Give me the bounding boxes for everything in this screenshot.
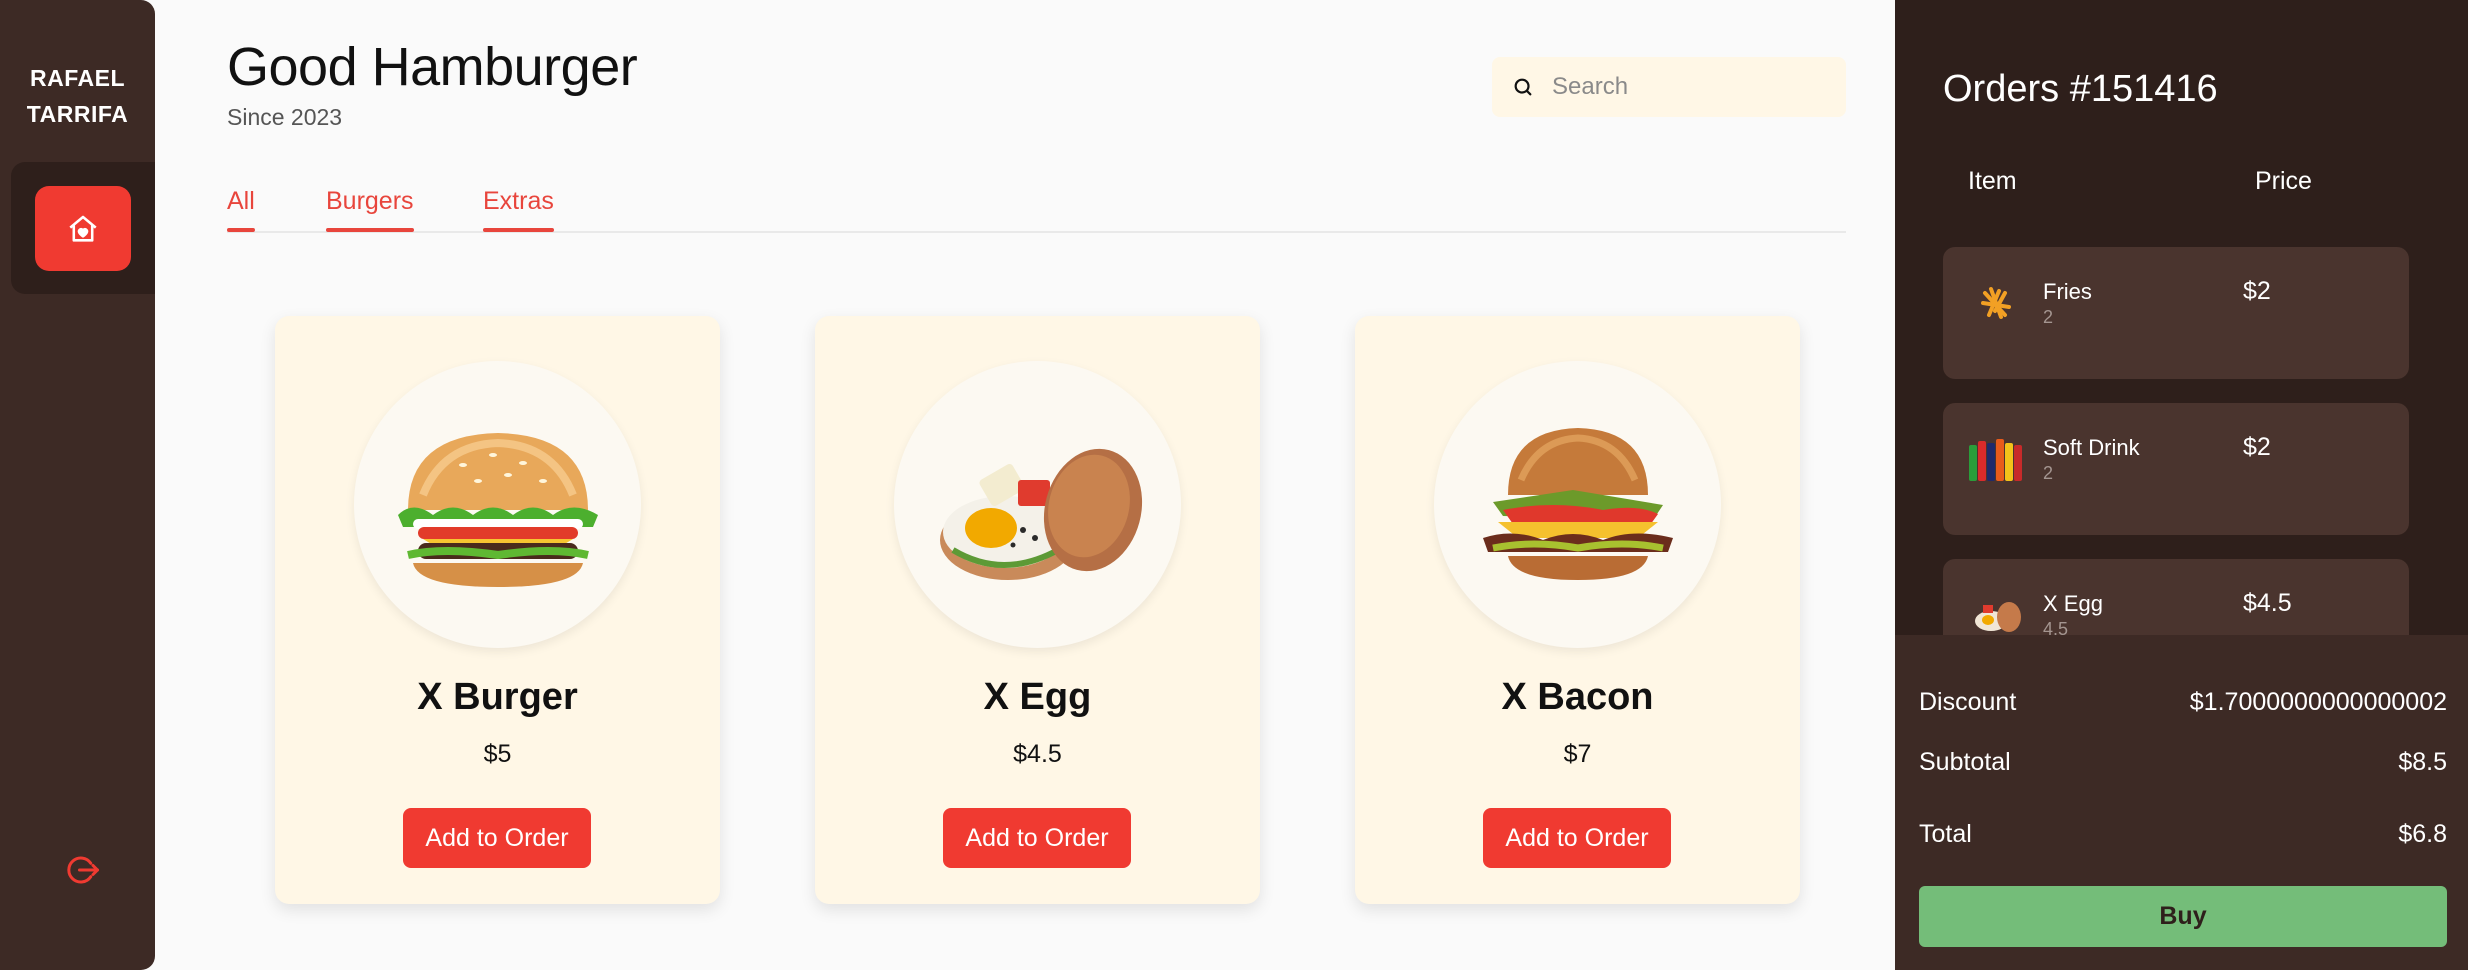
product-card: X Bacon $7 Add to Order [1355, 316, 1800, 904]
order-item-row: Soft Drink 2 $2 [1943, 403, 2409, 535]
category-tabs: All Burgers Extras [227, 183, 1846, 233]
product-name: X Egg [983, 676, 1092, 718]
logout-icon [67, 856, 99, 884]
egg-burger-image [939, 448, 1142, 580]
order-item-row: X Egg 4.5 $4.5 [1943, 559, 2409, 635]
column-header-item: Item [1968, 167, 2017, 195]
total-value: $6.8 [2398, 820, 2447, 848]
order-title: Orders #151416 [1943, 68, 2218, 110]
order-item-quantity: 2 [2043, 307, 2054, 327]
product-image-plate [894, 361, 1181, 648]
bacon-burger-image [1482, 427, 1673, 580]
page-subtitle: Since 2023 [227, 104, 343, 130]
total-label: Total [1919, 820, 1972, 848]
column-header-price: Price [2255, 167, 2312, 195]
discount-value: $1.7000000000000002 [2189, 688, 2447, 716]
order-items-section: Orders #151416 Item Price Fries 2 $2 Sof… [1895, 0, 2468, 635]
tab-all[interactable]: All [227, 187, 255, 232]
fries-thumbnail [1967, 277, 2027, 329]
add-to-order-button[interactable]: Add to Order [1483, 808, 1671, 868]
order-item-price: $2 [2243, 277, 2271, 305]
order-item-price: $2 [2243, 433, 2271, 461]
product-card: X Burger $5 Add to Order [275, 316, 720, 904]
order-item-quantity: 2 [2043, 463, 2054, 483]
order-item-row: Fries 2 $2 [1943, 247, 2409, 379]
order-item-list[interactable]: Fries 2 $2 Soft Drink 2 $2 X Egg 4.5 $4.… [1943, 247, 2423, 635]
order-item-name: X Egg [2043, 591, 2103, 616]
product-image-plate [1434, 361, 1721, 648]
tab-burgers[interactable]: Burgers [326, 187, 414, 232]
soft-drink-thumbnail [1967, 433, 2027, 485]
subtotal-value: $8.5 [2398, 748, 2447, 776]
x-egg-thumbnail [1967, 589, 2027, 635]
product-price: $7 [1563, 740, 1592, 768]
order-item-name: Fries [2043, 279, 2092, 304]
home-heart-icon [69, 215, 97, 242]
tab-extras[interactable]: Extras [483, 187, 554, 232]
product-name: X Burger [417, 676, 578, 718]
search-input[interactable] [1552, 73, 1832, 101]
burger-image [397, 432, 598, 587]
sidebar: RAFAEL TARRIFA [0, 0, 155, 970]
home-button[interactable] [35, 186, 131, 271]
order-item-quantity: 4.5 [2043, 619, 2069, 635]
search-box[interactable] [1492, 57, 1846, 117]
discount-label: Discount [1919, 688, 2017, 716]
brand-name: RAFAEL TARRIFA [0, 60, 155, 132]
x-egg-image [1975, 602, 2021, 632]
soft-drink-image [1969, 439, 2022, 481]
product-price: $4.5 [1013, 740, 1062, 768]
search-icon [1514, 78, 1532, 96]
add-to-order-button[interactable]: Add to Order [943, 808, 1131, 868]
brand-line-2: TARRIFA [26, 101, 129, 127]
subtotal-label: Subtotal [1919, 748, 2011, 776]
order-item-price: $4.5 [2243, 589, 2292, 617]
page-title: Good Hamburger [227, 37, 638, 97]
brand-line-1: RAFAEL [30, 65, 125, 91]
product-price: $5 [483, 740, 512, 768]
logout-button[interactable] [66, 852, 102, 888]
product-name: X Bacon [1501, 676, 1654, 718]
add-to-order-button[interactable]: Add to Order [403, 808, 591, 868]
product-image-plate [354, 361, 641, 648]
buy-button[interactable]: Buy [1919, 886, 2447, 947]
order-item-name: Soft Drink [2043, 435, 2140, 460]
fries-image [1981, 287, 2011, 319]
product-card: X Egg $4.5 Add to Order [815, 316, 1260, 904]
order-panel: Orders #151416 Item Price Fries 2 $2 Sof… [1895, 0, 2468, 970]
